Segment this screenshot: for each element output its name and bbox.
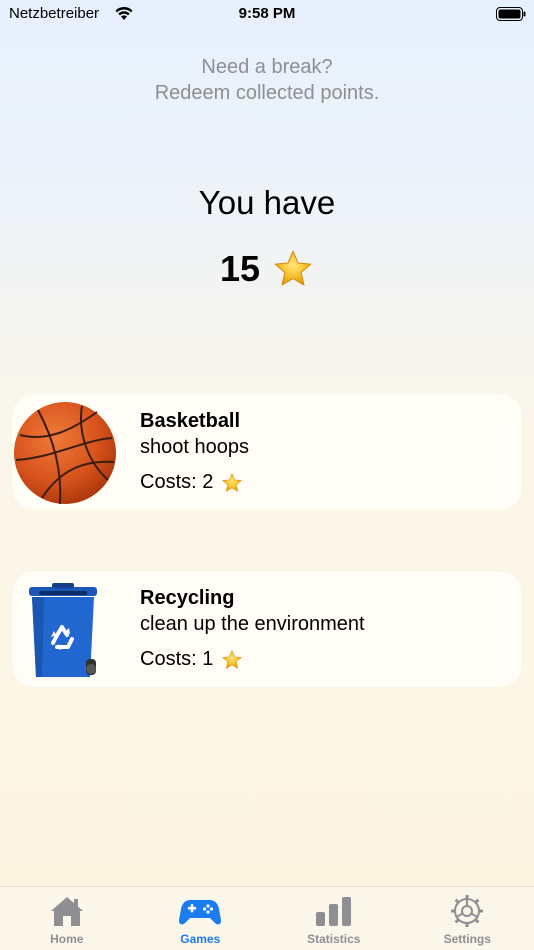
tab-statistics[interactable]: Statistics: [267, 887, 401, 950]
star-icon: [221, 472, 243, 494]
gear-icon: [451, 895, 484, 927]
gamecontroller-icon: [179, 900, 222, 925]
game-card-basketball[interactable]: Basketball shoot hoops Costs: 2: [12, 394, 522, 510]
game-description: clean up the environment: [140, 613, 365, 635]
status-bar: Netzbetreiber 9:58 PM: [0, 0, 534, 30]
battery-icon: [496, 7, 526, 21]
game-cost: Costs: 1: [140, 648, 243, 671]
recycling-bin-icon: [29, 583, 97, 677]
tab-label: Home: [50, 932, 84, 946]
subtitle-line-2: Redeem collected points.: [154, 82, 380, 104]
game-cost: Costs: 2: [140, 471, 243, 494]
game-title: Basketball: [140, 410, 241, 432]
points-label: You have: [198, 184, 336, 221]
basketball-icon: [14, 402, 116, 505]
game-description: shoot hoops: [140, 436, 249, 458]
tab-settings[interactable]: Settings: [401, 887, 534, 950]
tab-label: Games: [180, 932, 221, 946]
game-card-recycling[interactable]: Recycling clean up the environment Costs…: [12, 571, 522, 687]
star-icon: [221, 649, 243, 671]
star-icon: [272, 248, 314, 290]
subtitle-line-1: Need a break?: [201, 56, 333, 78]
tab-label: Settings: [443, 932, 491, 946]
tab-home[interactable]: Home: [0, 887, 134, 950]
game-cost-label: Costs: 2: [140, 471, 214, 493]
tab-games[interactable]: Games: [134, 887, 268, 950]
house-icon: [50, 897, 83, 926]
game-title: Recycling: [140, 587, 235, 609]
status-time: 9:58 PM: [238, 5, 296, 22]
points-display: 15: [0, 248, 534, 290]
chart-bar-icon: [315, 897, 351, 926]
page-subtitle: Need a break? Redeem collected points.: [0, 54, 534, 106]
tab-bar: Home Games Statistics Settings: [0, 886, 534, 950]
tab-label: Statistics: [307, 932, 361, 946]
points-value: 15: [219, 248, 261, 289]
game-cost-label: Costs: 1: [140, 648, 214, 670]
